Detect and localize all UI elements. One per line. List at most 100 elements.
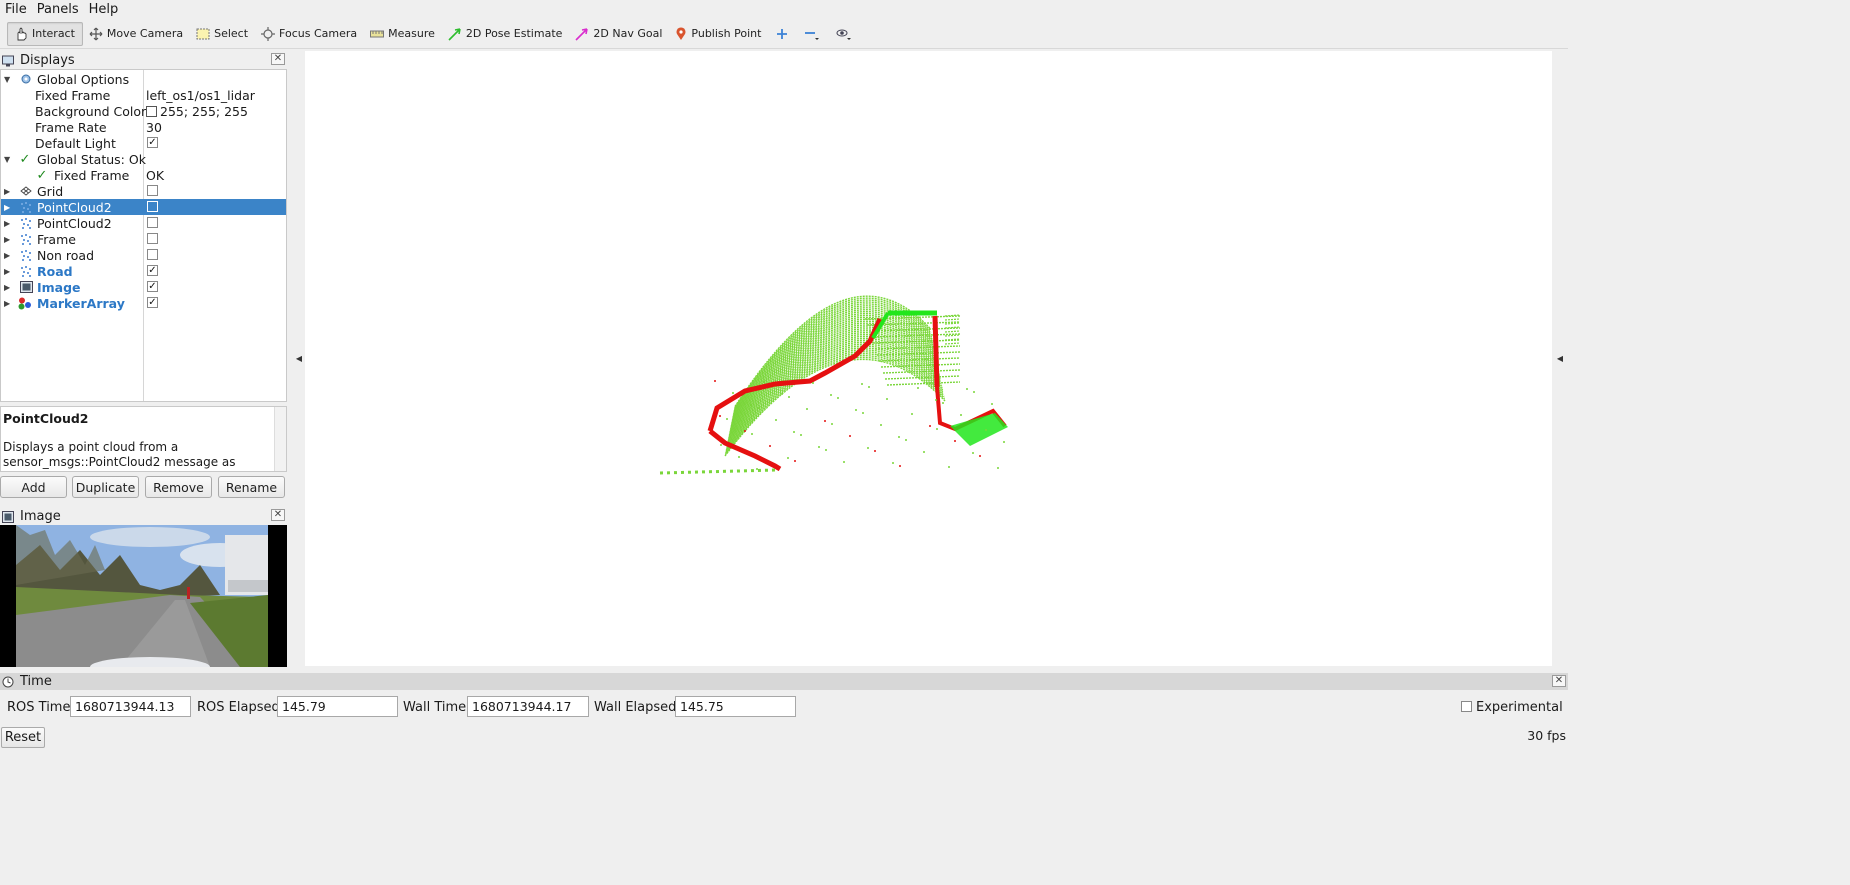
non-road-checkbox[interactable] xyxy=(147,249,158,260)
tool-label: 2D Pose Estimate xyxy=(465,27,563,40)
focus-icon xyxy=(261,26,276,41)
collapse-arrow-icon[interactable]: ▶ xyxy=(4,187,12,196)
tree-row-default-light[interactable]: Default Light ✓ xyxy=(1,135,286,151)
row-label: MarkerArray xyxy=(37,295,125,311)
cloud-point xyxy=(917,387,919,389)
cloud-point xyxy=(966,388,968,390)
description-scrollbar[interactable] xyxy=(274,407,286,471)
tree-row-road[interactable]: ▶ Road ✓ xyxy=(1,263,286,279)
tool-select-button[interactable]: Select xyxy=(190,22,255,46)
cloud-point xyxy=(830,394,832,396)
color-swatch[interactable] xyxy=(146,105,157,117)
menu-file[interactable]: File xyxy=(0,2,32,17)
menu-help[interactable]: Help xyxy=(84,2,124,17)
cloud-point xyxy=(714,380,716,382)
background-color-value[interactable]: 255; 255; 255 xyxy=(146,104,248,119)
tree-row-markerarray[interactable]: ▶ MarkerArray ✓ xyxy=(1,295,286,311)
road-checkbox[interactable]: ✓ xyxy=(147,265,158,276)
collapse-arrow-icon[interactable]: ▶ xyxy=(4,203,12,212)
move-icon xyxy=(89,27,103,40)
tree-row-global-status[interactable]: ▼ ✓ Global Status: Ok xyxy=(1,151,286,167)
grid-checkbox[interactable] xyxy=(147,185,158,196)
collapse-arrow-icon[interactable]: ▶ xyxy=(4,267,12,276)
cloud-point xyxy=(935,399,937,401)
tree-row-non-road[interactable]: ▶ Non road xyxy=(1,247,286,263)
cloud-stroke xyxy=(944,322,961,325)
tool-publish-point-button[interactable]: Publish Point xyxy=(669,22,768,46)
rename-button[interactable]: Rename xyxy=(218,476,285,498)
ros-time-field[interactable]: 1680713944.13 xyxy=(70,696,191,717)
status-value: OK xyxy=(146,167,165,183)
frame-rate-value[interactable]: 30 xyxy=(146,120,162,135)
cloud-point xyxy=(812,382,814,384)
collapse-arrow-icon[interactable]: ▶ xyxy=(4,299,12,308)
cloud-point xyxy=(769,445,771,447)
remove-tool-button[interactable] xyxy=(796,22,828,46)
collapse-arrow-icon[interactable]: ▶ xyxy=(4,283,12,292)
tool-2d-pose-estimate-button[interactable]: 2D Pose Estimate xyxy=(442,22,570,46)
cloud-point xyxy=(867,447,869,449)
pointcloud2-checkbox[interactable] xyxy=(147,201,158,212)
tree-row-frame[interactable]: ▶ Frame xyxy=(1,231,286,247)
expand-arrow-icon[interactable]: ▼ xyxy=(4,75,12,84)
wall-time-field[interactable]: 1680713944.17 xyxy=(467,696,589,717)
menu-panels[interactable]: Panels xyxy=(32,2,84,17)
reset-button[interactable]: Reset xyxy=(1,727,45,748)
cloud-point xyxy=(787,457,789,459)
tree-row-pointcloud2-selected[interactable]: ▶ PointCloud2 xyxy=(1,199,286,215)
select-icon xyxy=(196,28,210,39)
left-dock-handle[interactable]: ◀ xyxy=(294,51,304,666)
tree-row-pointcloud2[interactable]: ▶ PointCloud2 xyxy=(1,215,286,231)
row-label: Road xyxy=(37,263,73,279)
pointcloud2-checkbox[interactable] xyxy=(147,217,158,228)
monitor-icon xyxy=(2,55,14,66)
cloud-point xyxy=(1003,441,1005,443)
collapse-arrow-icon[interactable]: ▶ xyxy=(4,219,12,228)
image-icon xyxy=(2,510,14,523)
default-light-checkbox[interactable]: ✓ xyxy=(147,137,158,148)
cloud-point xyxy=(892,462,894,464)
collapse-arrow-icon[interactable]: ▶ xyxy=(4,235,12,244)
wall-elapsed-field[interactable]: 145.75 xyxy=(675,696,796,717)
checkmark-icon: ✓ xyxy=(19,151,31,167)
frame-checkbox[interactable] xyxy=(147,233,158,244)
displays-close-button[interactable]: ✕ xyxy=(271,53,285,65)
tool-focus-camera-button[interactable]: Focus Camera xyxy=(255,22,364,46)
collapse-arrow-icon[interactable]: ▶ xyxy=(4,251,12,260)
pose-arrow-icon xyxy=(448,27,461,41)
tree-row-grid[interactable]: ▶ Grid xyxy=(1,183,286,199)
tree-row-image[interactable]: ▶ Image ✓ xyxy=(1,279,286,295)
tool-measure-button[interactable]: Measure xyxy=(364,22,442,46)
cloud-point xyxy=(825,449,827,451)
tool-move-camera-button[interactable]: Move Camera xyxy=(83,22,190,46)
view-tool-button[interactable] xyxy=(828,22,860,46)
duplicate-button[interactable]: Duplicate xyxy=(72,476,139,498)
remove-button[interactable]: Remove xyxy=(145,476,212,498)
add-button[interactable]: Add xyxy=(0,476,67,498)
experimental-checkbox[interactable] xyxy=(1461,701,1472,712)
display-description: PointCloud2 Displays a point cloud from … xyxy=(0,406,287,472)
tool-interact-button[interactable]: Interact xyxy=(7,21,83,46)
ros-elapsed-field[interactable]: 145.79 xyxy=(277,696,398,717)
render-3d-view[interactable] xyxy=(305,51,1552,666)
add-tool-button[interactable] xyxy=(768,22,796,46)
time-close-button[interactable]: ✕ xyxy=(1552,675,1566,687)
plus-icon xyxy=(777,28,788,39)
tool-label: Interact xyxy=(32,27,75,40)
tool-2d-nav-goal-button[interactable]: 2D Nav Goal xyxy=(569,22,669,46)
tree-row-fixed-frame[interactable]: Fixed Frame left_os1/os1_lidar xyxy=(1,87,286,103)
tree-row-background-color[interactable]: Background Color 255; 255; 255 xyxy=(1,103,286,119)
image-close-button[interactable]: ✕ xyxy=(271,509,285,521)
markerarray-checkbox[interactable]: ✓ xyxy=(147,297,158,308)
image-checkbox[interactable]: ✓ xyxy=(147,281,158,292)
fixed-frame-value[interactable]: left_os1/os1_lidar xyxy=(146,88,255,103)
tree-row-frame-rate[interactable]: Frame Rate 30 xyxy=(1,119,286,135)
cloud-point xyxy=(720,444,722,446)
expand-arrow-icon[interactable]: ▼ xyxy=(4,155,12,164)
right-dock-handle[interactable]: ◀ xyxy=(1555,51,1565,666)
row-label: Frame xyxy=(37,231,76,247)
cloud-point xyxy=(763,381,765,383)
tree-row-global-options[interactable]: ▼ Global Options xyxy=(1,71,286,87)
cloud-point xyxy=(837,397,839,399)
tree-row-status-fixed-frame[interactable]: ✓ Fixed Frame OK xyxy=(1,167,286,183)
